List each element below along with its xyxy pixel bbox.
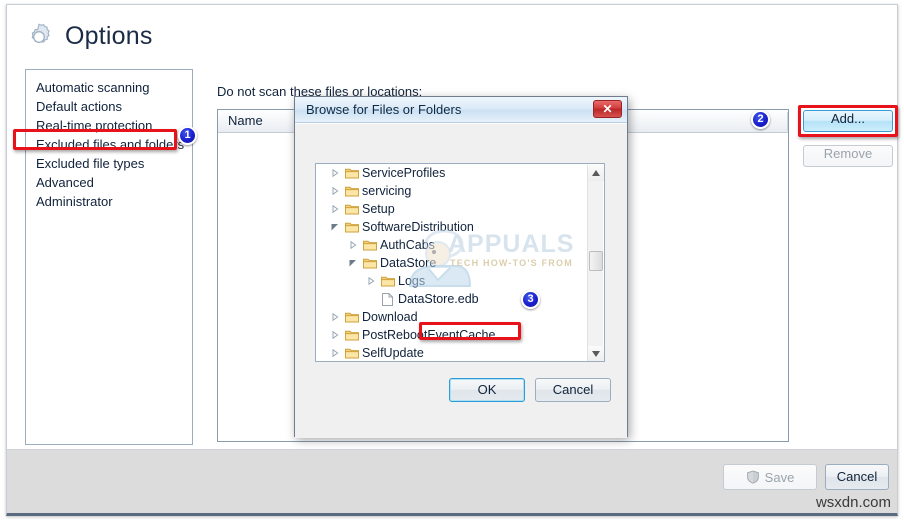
dialog-ok-button[interactable]: OK: [449, 378, 525, 402]
sidebar-item-label: Administrator: [36, 194, 113, 209]
tree-item-logs[interactable]: Logs: [316, 272, 588, 290]
column-header-name[interactable]: Name: [228, 113, 263, 128]
tree-item-label: SoftwareDistribution: [362, 220, 474, 234]
remove-button[interactable]: Remove: [803, 145, 893, 167]
column-divider: [787, 112, 788, 131]
chevron-right-icon[interactable]: [348, 236, 358, 254]
sidebar-item-excluded-file-types[interactable]: Excluded file types: [26, 154, 192, 173]
sidebar-item-advanced[interactable]: Advanced: [26, 173, 192, 192]
sidebar-item-label: Advanced: [36, 175, 94, 190]
dialog-title: Browse for Files or Folders: [306, 102, 462, 117]
folder-icon: [344, 326, 359, 344]
sidebar-item-default-actions[interactable]: Default actions: [26, 97, 192, 116]
tree-item-label: ServiceProfiles: [362, 166, 446, 180]
step-badge-2: 2: [751, 110, 770, 129]
tree-item-setup[interactable]: Setup: [316, 200, 588, 218]
dialog-body: ServiceProfiles servicing Setup SoftwareDis…: [295, 123, 627, 438]
tree-item-label: Setup: [362, 202, 395, 216]
tree-item-softwaredistribution[interactable]: SoftwareDistribution: [316, 218, 588, 236]
gear-icon: [23, 21, 55, 53]
tree-item-label: servicing: [362, 184, 412, 198]
chevron-right-icon[interactable]: [330, 308, 340, 326]
chevron-down-icon[interactable]: [330, 218, 340, 236]
tree-item-datastore[interactable]: DataStore: [316, 254, 588, 272]
cancel-button[interactable]: Cancel: [825, 464, 889, 490]
page-title: Options: [65, 22, 153, 50]
folder-tree-rows: ServiceProfiles servicing Setup SoftwareDis…: [316, 164, 588, 361]
sidebar-item-excluded-files-and-folders[interactable]: Excluded files and folders: [26, 135, 192, 154]
folder-icon: [344, 182, 359, 200]
browse-dialog: Browse for Files or Folders ✕ ServicePro…: [294, 96, 628, 438]
tree-item-label: DataStore.edb: [398, 292, 479, 306]
step-badge-1: 1: [178, 126, 197, 145]
chevron-right-icon[interactable]: [330, 344, 340, 361]
sidebar-item-label: Real-time protection: [36, 118, 153, 133]
scroll-up-icon[interactable]: [588, 165, 604, 181]
folder-icon: [344, 218, 359, 236]
chevron-right-icon[interactable]: [330, 164, 340, 182]
tree-item-label: Download: [362, 310, 418, 324]
sidebar-item-label: Automatic scanning: [36, 80, 150, 95]
folder-icon: [344, 164, 359, 182]
chevron-right-icon[interactable]: [330, 200, 340, 218]
tree-item-postrebooteventcache[interactable]: PostRebootEventCache: [316, 326, 588, 344]
folder-icon: [344, 200, 359, 218]
tree-scrollbar[interactable]: [587, 165, 604, 361]
tree-item-servicing[interactable]: servicing: [316, 182, 588, 200]
tree-item-label: Logs: [398, 274, 426, 288]
folder-icon: [362, 254, 377, 272]
close-icon[interactable]: ✕: [593, 100, 622, 118]
sidebar-item-administrator[interactable]: Administrator: [26, 192, 192, 211]
screenshot-root: Options Automatic scanning Default actio…: [0, 0, 904, 523]
tree-item-authcabs[interactable]: AuthCabs: [316, 236, 588, 254]
file-icon: [380, 290, 395, 308]
tree-item-datastore-edb[interactable]: DataStore.edb: [316, 290, 588, 308]
sidebar-item-automatic-scanning[interactable]: Automatic scanning: [26, 78, 192, 97]
sidebar-item-label: Default actions: [36, 99, 122, 114]
tree-item-label: PostRebootEventCache: [362, 328, 496, 342]
add-button[interactable]: Add...: [803, 110, 893, 132]
shield-icon: [746, 470, 760, 484]
dialog-cancel-button[interactable]: Cancel: [535, 378, 611, 402]
sidebar-item-real-time-protection[interactable]: Real-time protection: [26, 116, 192, 135]
chevron-right-icon[interactable]: [330, 326, 340, 344]
options-footer: Save Cancel wsxdn.com: [7, 449, 897, 513]
sidebar-nav[interactable]: Automatic scanning Default actions Real-…: [25, 69, 193, 445]
tree-item-label: SelfUpdate: [362, 346, 424, 360]
chevron-right-icon[interactable]: [366, 272, 376, 290]
site-watermark: wsxdn.com: [815, 494, 891, 511]
folder-icon: [344, 344, 359, 361]
chevron-down-icon[interactable]: [348, 254, 358, 272]
step-badge-3: 3: [521, 290, 540, 309]
tree-item-label: AuthCabs: [380, 238, 435, 252]
folder-tree[interactable]: ServiceProfiles servicing Setup SoftwareDis…: [315, 163, 605, 362]
dialog-title-bar: Browse for Files or Folders ✕: [295, 97, 627, 123]
folder-icon: [380, 272, 395, 290]
folder-icon: [344, 308, 359, 326]
save-button-label: Save: [764, 469, 795, 485]
save-button[interactable]: Save: [723, 464, 817, 490]
tree-item-download[interactable]: Download: [316, 308, 588, 326]
folder-icon: [362, 236, 377, 254]
scroll-down-icon[interactable]: [588, 346, 604, 361]
tree-item-selfupdate[interactable]: SelfUpdate: [316, 344, 588, 361]
options-title-bar: Options: [7, 5, 897, 67]
sidebar-item-label: Excluded file types: [36, 156, 145, 171]
scrollbar-thumb[interactable]: [589, 251, 603, 271]
tree-item-label: DataStore: [380, 256, 437, 270]
tree-item-serviceprofiles[interactable]: ServiceProfiles: [316, 164, 588, 182]
sidebar-item-label: Excluded files and folders: [36, 137, 185, 152]
chevron-right-icon[interactable]: [330, 182, 340, 200]
